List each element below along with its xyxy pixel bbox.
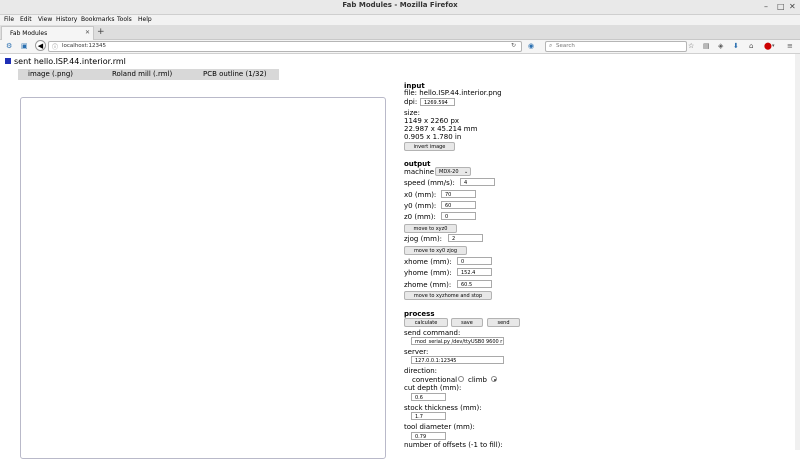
input-file-label: file: hello.ISP.44.interior.png [404, 89, 502, 97]
url-text: localhost:12345 [62, 43, 107, 49]
pocket-icon[interactable]: ◈ [718, 42, 723, 51]
back-button[interactable]: ◀ [35, 40, 46, 51]
fab-logo-icon [5, 58, 11, 64]
toolpath-canvas[interactable] [20, 97, 386, 459]
back-arrow-icon: ◀ [37, 42, 44, 50]
reader-icon[interactable]: ▤ [703, 42, 710, 51]
reload-icon[interactable]: ↻ [511, 42, 516, 49]
addon-icon[interactable]: ⚙ [6, 42, 12, 51]
search-placeholder: Search [556, 43, 575, 49]
menu-view[interactable]: View [38, 16, 52, 23]
output-heading: output [404, 160, 431, 168]
offsets-label: number of offsets (-1 to fill): [404, 441, 503, 449]
close-icon[interactable]: ✕ [789, 2, 796, 12]
dpi-label: dpi: [404, 98, 418, 106]
dpi-input[interactable]: 1269.594 [420, 98, 455, 106]
chevron-down-icon: ⌄ [464, 169, 469, 175]
search-bar[interactable]: ⌕ Search [545, 41, 687, 52]
server-input[interactable]: 127.0.0.1:12345 [411, 356, 504, 364]
machine-label: machine [404, 168, 435, 176]
stock-thickness-input[interactable]: 1.7 [411, 412, 446, 420]
y0-input[interactable]: 60 [441, 201, 476, 209]
yhome-input[interactable]: 152.4 [457, 268, 492, 276]
z0-label: z0 (mm): [404, 213, 436, 221]
move-to-xy0-zjog-button[interactable]: move to xy0 zjog [404, 246, 467, 255]
cut-depth-input[interactable]: 0.6 [411, 393, 446, 401]
z0-input[interactable]: 0 [441, 212, 476, 220]
hamburger-menu-icon[interactable]: ≡ [787, 42, 793, 51]
machine-select[interactable]: MDX-20 ⌄ [435, 167, 471, 176]
zjog-label: zjog (mm): [404, 235, 443, 243]
window-titlebar: Fab Modules - Mozilla Firefox – □ ✕ [0, 0, 800, 15]
xhome-input[interactable]: 0 [457, 257, 492, 265]
send-button[interactable]: send [487, 318, 520, 327]
menu-bookmarks[interactable]: Bookmarks [81, 16, 115, 23]
home-icon[interactable]: ⌂ [749, 42, 753, 51]
x0-label: x0 (mm): [404, 191, 437, 199]
format-roland-mill[interactable]: Roland mill (.rml) [112, 70, 172, 78]
calculate-button[interactable]: calculate [404, 318, 448, 327]
adblock-menu-icon[interactable]: ▾ [772, 42, 775, 51]
climb-radio[interactable] [491, 376, 497, 382]
speed-input[interactable]: 4 [460, 178, 495, 186]
bookmark-star-icon[interactable]: ☆ [688, 42, 694, 51]
process-heading: process [404, 310, 435, 318]
move-to-xyzhome-button[interactable]: move to xyzhome and stop [404, 291, 492, 300]
menu-bar: File Edit View History Bookmarks Tools H… [0, 15, 800, 25]
format-pcb-outline[interactable]: PCB outline (1/32) [203, 70, 267, 78]
invert-image-button[interactable]: invert image [404, 142, 455, 151]
zjog-input[interactable]: 2 [448, 234, 483, 242]
format-image-png[interactable]: image (.png) [28, 70, 73, 78]
status-message: sent hello.ISP.44.interior.rml [14, 57, 126, 66]
climb-label: climb [468, 376, 488, 384]
xhome-label: xhome (mm): [404, 258, 452, 266]
search-engine-icon[interactable]: ◉ [528, 42, 534, 51]
tab-label: Fab Modules [10, 30, 48, 37]
conventional-radio[interactable] [458, 376, 464, 382]
menu-file[interactable]: File [4, 16, 14, 23]
machine-value: MDX-20 [439, 169, 459, 175]
zhome-input[interactable]: 60.5 [457, 280, 492, 288]
zhome-label: zhome (mm): [404, 281, 452, 289]
new-tab-icon[interactable]: + [97, 27, 105, 37]
tool-diameter-label: tool diameter (mm): [404, 423, 475, 431]
move-to-xyz0-button[interactable]: move to xyz0 [404, 224, 457, 233]
format-bar: image (.png) Roland mill (.rml) PCB outl… [18, 69, 279, 80]
search-icon: ⌕ [549, 42, 553, 49]
screenshot-icon[interactable]: ▣ [21, 42, 28, 51]
minimize-icon[interactable]: – [764, 2, 768, 12]
tab-bar [0, 25, 800, 40]
adblock-icon[interactable]: ⬤ [764, 42, 772, 51]
yhome-label: yhome (mm): [404, 269, 452, 277]
x0-input[interactable]: 70 [441, 190, 476, 198]
speed-label: speed (mm/s): [404, 179, 455, 187]
menu-edit[interactable]: Edit [20, 16, 32, 23]
direction-label: direction: [404, 367, 438, 375]
download-icon[interactable]: ⬇ [733, 42, 739, 51]
page-scrollbar[interactable] [795, 54, 800, 450]
tab-close-icon[interactable]: ✕ [85, 29, 90, 36]
size-in: 0.905 x 1.780 in [404, 133, 462, 141]
save-button[interactable]: save [451, 318, 483, 327]
maximize-icon[interactable]: □ [777, 2, 785, 12]
tab-fab-modules[interactable]: Fab Modules ✕ [1, 26, 94, 40]
y0-label: y0 (mm): [404, 202, 437, 210]
url-bar[interactable]: ⓘ localhost:12345 ↻ [48, 41, 522, 52]
menu-help[interactable]: Help [138, 16, 152, 23]
send-command-input[interactable]: mod_serial.py /dev/ttyUSB0 9600 r [411, 337, 504, 345]
tool-diameter-input[interactable]: 0.79 [411, 432, 446, 440]
cut-depth-label: cut depth (mm): [404, 384, 462, 392]
window-title: Fab Modules - Mozilla Firefox [342, 1, 458, 9]
menu-tools[interactable]: Tools [117, 16, 132, 23]
menu-history[interactable]: History [56, 16, 77, 23]
info-icon[interactable]: ⓘ [52, 42, 58, 51]
